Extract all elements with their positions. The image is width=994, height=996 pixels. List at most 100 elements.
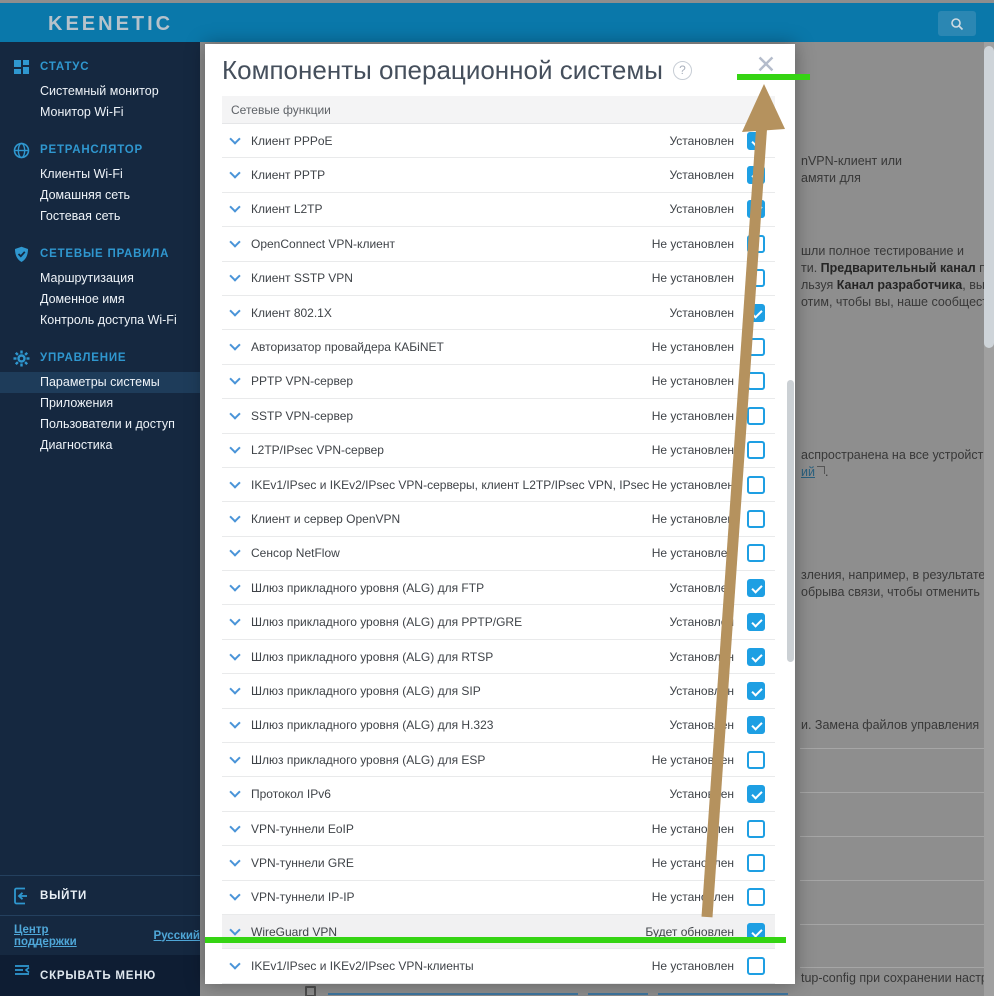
component-name: WireGuard VPN (251, 924, 338, 939)
component-checkbox[interactable] (747, 613, 765, 632)
component-checkbox[interactable] (747, 509, 765, 528)
chevron-down-icon[interactable] (229, 889, 241, 901)
component-checkbox[interactable] (747, 681, 765, 700)
chevron-down-icon[interactable] (229, 786, 241, 798)
bg-text: и. Замена файлов управления (801, 718, 980, 732)
component-checkbox[interactable] (747, 578, 765, 597)
chevron-down-icon[interactable] (229, 167, 241, 179)
sidebar-item[interactable]: Приложения (0, 393, 200, 414)
chevron-down-icon[interactable] (229, 408, 241, 420)
component-checkbox[interactable] (747, 785, 765, 804)
chevron-down-icon[interactable] (229, 476, 241, 489)
component-checkbox[interactable] (747, 922, 765, 941)
bg-checkbox-icon (305, 986, 316, 996)
bg-text: аспространена на все устройства. (801, 448, 994, 462)
component-name: Шлюз прикладного уровня (ALG) для SIP (251, 683, 481, 698)
sidebar-section-label: РЕТРАНСЛЯТОР (40, 144, 143, 156)
sidebar-section-management: УПРАВЛЕНИЕ Параметры системы Приложения По… (0, 350, 200, 456)
sidebar-item[interactable]: Параметры системы (0, 372, 200, 393)
component-list: Клиент PPPoE Установлен Клиент PPTP Уста… (222, 124, 775, 984)
search-button[interactable] (938, 11, 976, 36)
sidebar-section-label: СТАТУС (40, 61, 90, 73)
component-checkbox[interactable] (747, 544, 765, 563)
sidebar-item[interactable]: Системный монитор (0, 81, 200, 102)
chevron-down-icon[interactable] (229, 717, 241, 729)
chevron-down-icon[interactable] (229, 958, 241, 970)
component-checkbox[interactable] (747, 406, 765, 425)
component-status: Не установлен (651, 374, 734, 389)
page-scrollbar-thumb[interactable] (984, 46, 994, 348)
chevron-down-icon[interactable] (229, 545, 241, 558)
sidebar-item[interactable]: Доменное имя (0, 289, 200, 310)
chevron-down-icon[interactable] (229, 614, 241, 626)
chevron-down-icon[interactable] (229, 580, 241, 592)
chevron-down-icon[interactable] (229, 648, 241, 661)
sidebar-item[interactable]: Домашняя сеть (0, 185, 200, 206)
page-scrollbar[interactable] (984, 42, 994, 996)
sidebar-item[interactable]: Контроль доступа Wi-Fi (0, 310, 200, 331)
component-checkbox[interactable] (747, 750, 765, 769)
chevron-down-icon[interactable] (229, 339, 241, 351)
component-status: Будет обновлен (645, 924, 734, 939)
component-status: Установлен (669, 580, 734, 595)
bg-link: ий (801, 465, 815, 479)
chevron-down-icon[interactable] (229, 924, 241, 936)
component-name: Клиент PPTP (251, 168, 326, 183)
modal-scrollbar-thumb[interactable] (787, 380, 794, 662)
component-checkbox[interactable] (747, 475, 765, 494)
sidebar-item[interactable]: Клиенты Wi-Fi (0, 164, 200, 185)
logout-label: ВЫЙТИ (40, 889, 88, 902)
component-name: Клиент L2TP (251, 202, 323, 217)
chevron-down-icon[interactable] (229, 133, 241, 145)
component-checkbox[interactable] (747, 269, 765, 288)
component-checkbox[interactable] (747, 819, 765, 838)
chevron-down-icon[interactable] (229, 236, 241, 248)
component-checkbox[interactable] (747, 338, 765, 357)
chevron-down-icon[interactable] (229, 820, 241, 833)
close-icon[interactable]: ✕ (751, 50, 781, 80)
hide-menu-button[interactable]: СКРЫВАТЬ МЕНЮ (0, 955, 200, 996)
component-name: Шлюз прикладного уровня (ALG) для FTP (251, 580, 485, 595)
chevron-down-icon[interactable] (229, 752, 241, 764)
component-checkbox[interactable] (747, 303, 765, 322)
component-row: Авторизатор провайдера КАБiNET Не устано… (222, 330, 775, 365)
sidebar-item[interactable]: Пользователи и доступ (0, 414, 200, 435)
chevron-down-icon[interactable] (229, 683, 241, 695)
help-icon[interactable]: ? (672, 60, 692, 80)
logout-button[interactable]: ВЫЙТИ (0, 875, 200, 915)
component-checkbox[interactable] (747, 166, 765, 185)
chevron-down-icon[interactable] (229, 855, 241, 867)
chevron-down-icon[interactable] (229, 511, 241, 523)
sidebar-item[interactable]: Диагностика (0, 435, 200, 456)
bg-text: отим, чтобы вы, наше сообщество, как (801, 295, 994, 309)
sidebar-item[interactable]: Маршрутизация (0, 268, 200, 289)
keenetic-logo: KEENETIC (48, 13, 174, 35)
sidebar-item[interactable]: Гостевая сеть (0, 206, 200, 227)
chevron-down-icon[interactable] (229, 270, 241, 282)
component-checkbox[interactable] (747, 888, 765, 907)
component-checkbox[interactable] (747, 716, 765, 735)
component-checkbox[interactable] (747, 200, 765, 219)
language-link[interactable]: Русский (154, 930, 200, 942)
component-checkbox[interactable] (747, 853, 765, 872)
component-row: PPTP VPN-сервер Не установлен (222, 365, 775, 400)
chevron-down-icon[interactable] (229, 304, 241, 317)
component-checkbox[interactable] (747, 957, 765, 976)
support-center-link[interactable]: Центр поддержки (14, 924, 112, 948)
chevron-down-icon[interactable] (229, 373, 241, 386)
bg-text: ти. Предварительный канал позволит (801, 261, 994, 275)
component-row: VPN-туннели GRE Не установлен (222, 846, 775, 881)
component-checkbox[interactable] (747, 647, 765, 666)
component-checkbox[interactable] (747, 234, 765, 253)
component-row: IKEv1/IPsec и IKEv2/IPsec VPN-клиенты Не… (222, 949, 775, 984)
chevron-down-icon[interactable] (229, 442, 241, 454)
sidebar-section-label: СЕТЕВЫЕ ПРАВИЛА (40, 248, 170, 260)
chevron-down-icon[interactable] (229, 201, 241, 214)
modal-titlebar: Компоненты операционной системы ? ✕ (205, 44, 795, 96)
gear-icon (13, 350, 30, 367)
component-checkbox[interactable] (747, 131, 765, 150)
sidebar-item[interactable]: Монитор Wi-Fi (0, 102, 200, 123)
component-checkbox[interactable] (747, 441, 765, 460)
component-name: IKEv1/IPsec и IKEv2/IPsec VPN-серверы, к… (251, 477, 652, 492)
component-checkbox[interactable] (747, 372, 765, 391)
